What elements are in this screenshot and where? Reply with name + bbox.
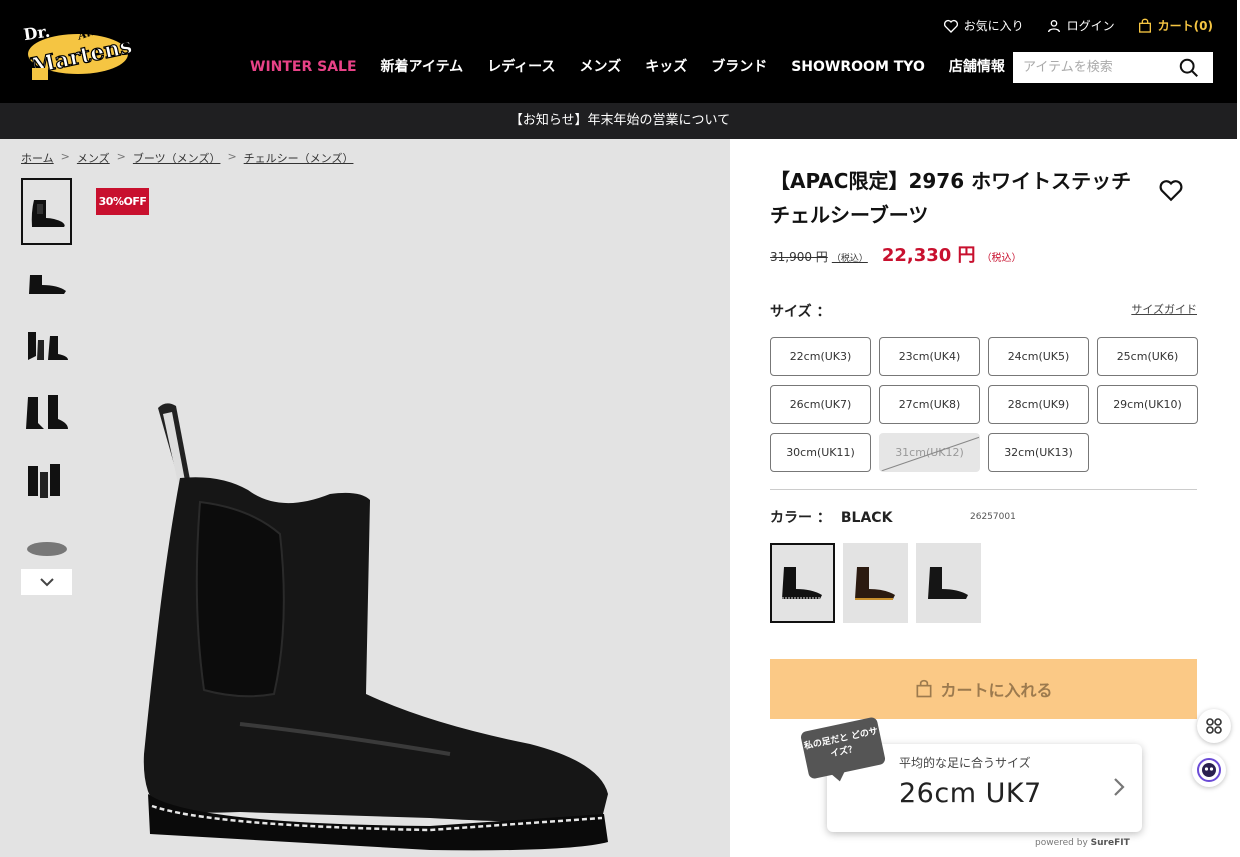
thumbnail-list — [21, 178, 72, 595]
nav-item-stores[interactable]: 店舗情報 — [949, 57, 1005, 77]
login-label: ログイン — [1066, 19, 1115, 33]
thumbnail-image[interactable] — [21, 245, 72, 312]
boot-side-thumbnail — [28, 274, 66, 294]
chevron-right-icon — [1114, 778, 1125, 796]
size-option[interactable]: 28cm(UK9) — [988, 385, 1089, 424]
color-label-text: カラー ： — [770, 510, 831, 526]
breadcrumb-chelsea-mens[interactable]: チェルシー（メンズ） — [244, 150, 354, 166]
nav-item-kids[interactable]: キッズ — [645, 57, 687, 77]
thumbnail-image[interactable] — [21, 379, 72, 446]
surefit-powered-by: powered by SureFIT — [1035, 838, 1130, 848]
powered-by-text: powered by — [1035, 838, 1088, 848]
thumbnail-image[interactable] — [21, 312, 72, 379]
breadcrumb-boots-mens[interactable]: ブーツ（メンズ） — [133, 150, 221, 166]
add-to-cart-button[interactable]: カートに入れる — [770, 659, 1197, 719]
size-guide-link[interactable]: サイズガイド — [1131, 301, 1197, 317]
divider — [770, 489, 1197, 490]
color-swatch-black-yellow-stitch[interactable] — [843, 543, 908, 623]
color-swatches — [770, 543, 981, 623]
surefit-brand: SureFIT — [1090, 838, 1130, 848]
surefit-caption: 平均的な足に合うサイズ — [899, 756, 1031, 770]
breadcrumb-separator: > — [60, 150, 70, 163]
size-selector: 22cm(UK3) 23cm(UK4) 24cm(UK5) 25cm(UK6) … — [770, 337, 1198, 472]
sale-price: 22,330 円 — [881, 245, 976, 266]
nav-item-brand[interactable]: ブランド — [711, 57, 767, 77]
search-icon[interactable] — [1178, 57, 1200, 79]
original-price: 31,900 円 — [770, 250, 828, 264]
breadcrumb: ホーム > メンズ > ブーツ（メンズ） > チェルシー（メンズ） — [21, 150, 353, 166]
heart-icon — [943, 19, 958, 33]
cart-link[interactable]: カート(0) — [1137, 17, 1213, 34]
size-option[interactable]: 22cm(UK3) — [770, 337, 871, 376]
size-option[interactable]: 24cm(UK5) — [988, 337, 1089, 376]
size-option[interactable]: 27cm(UK8) — [879, 385, 980, 424]
nav-item-ladies[interactable]: レディース — [487, 57, 555, 77]
breadcrumb-separator: > — [116, 150, 126, 163]
color-value: BLACK — [840, 510, 893, 526]
boot-front-thumbnail — [25, 394, 68, 429]
thumbnail-image[interactable] — [21, 513, 72, 565]
price-block: 31,900 円 （税込） 22,330 円 （税込） — [770, 241, 1022, 267]
cart-label: カート(0) — [1157, 19, 1213, 33]
product-title: 【APAC限定】2976 ホワイトステッチ チェルシーブーツ — [770, 169, 1132, 227]
boot-pair-thumbnail — [27, 331, 68, 360]
boot-swatch-image — [854, 567, 895, 600]
dr-martens-logo[interactable]: Dr. Martens AirWair — [20, 16, 136, 84]
nav-item-showroom[interactable]: SHOWROOM TYO — [791, 57, 925, 77]
heart-icon[interactable] — [1158, 177, 1184, 203]
size-option[interactable]: 26cm(UK7) — [770, 385, 871, 424]
size-label: サイズ ： — [770, 304, 831, 320]
sale-price-tax-note: （税込） — [981, 253, 1022, 264]
size-option[interactable]: 29cm(UK10) — [1097, 385, 1198, 424]
nav-item-new-arrivals[interactable]: 新着アイテム — [381, 57, 464, 77]
color-swatch-black-white-stitch[interactable] — [770, 543, 835, 623]
breadcrumb-mens[interactable]: メンズ — [77, 150, 110, 166]
favorites-label: お気に入り — [963, 19, 1024, 33]
search-box — [1013, 52, 1213, 83]
login-link[interactable]: ログイン — [1046, 17, 1115, 34]
breadcrumb-home[interactable]: ホーム — [21, 150, 54, 166]
thumbnail-image[interactable] — [21, 178, 72, 245]
chat-assistant-button[interactable] — [1192, 753, 1226, 787]
product-gallery: ホーム > メンズ > ブーツ（メンズ） > チェルシー（メンズ） 30%OFF — [0, 139, 730, 857]
chevron-down-icon — [39, 578, 54, 587]
product-main-image[interactable] — [130, 394, 620, 854]
surefit-recommended-size: 26cm UK7 — [899, 778, 1042, 809]
size-option[interactable]: 23cm(UK4) — [879, 337, 980, 376]
boot-swatch-image — [781, 567, 822, 599]
product-sku: 26257001 — [970, 512, 1016, 522]
announcement-bar[interactable]: 【お知らせ】年末年始の営業について — [0, 103, 1240, 139]
nav-item-winter-sale[interactable]: WINTER SALE — [250, 57, 357, 77]
svg-text:Dr.: Dr. — [22, 22, 51, 44]
boot-thumbnail — [31, 199, 65, 227]
size-option[interactable]: 30cm(UK11) — [770, 433, 871, 472]
search-input[interactable] — [1013, 52, 1178, 83]
site-header: Dr. Martens AirWair お気に入り ログイン カート(0) WI… — [0, 0, 1240, 103]
color-swatch-black-smooth[interactable] — [916, 543, 981, 623]
discount-badge: 30%OFF — [96, 188, 149, 215]
user-icon — [1047, 19, 1060, 32]
color-label: カラー ： BLACK — [770, 507, 892, 527]
boot-back-thumbnail — [27, 463, 60, 498]
add-to-cart-label: カートに入れる — [940, 681, 1053, 700]
shopping-bag-icon — [916, 679, 932, 698]
original-price-tax-note: （税込） — [831, 254, 868, 264]
breadcrumb-separator: > — [227, 150, 237, 163]
grid-menu-button[interactable] — [1197, 709, 1231, 743]
chatbot-icon — [1197, 758, 1221, 782]
boot-sole-thumbnail — [26, 542, 67, 556]
nav-item-mens[interactable]: メンズ — [579, 57, 621, 77]
thumbnail-image[interactable] — [21, 446, 72, 513]
size-option-sold-out: 31cm(UK12) — [879, 433, 980, 472]
favorites-link[interactable]: お気に入り — [943, 17, 1024, 34]
grid-icon — [1206, 718, 1222, 734]
size-option[interactable]: 25cm(UK6) — [1097, 337, 1198, 376]
thumbnail-scroll-down[interactable] — [21, 569, 72, 595]
main-nav: WINTER SALE 新着アイテム レディース メンズ キッズ ブランド SH… — [250, 57, 1029, 77]
shopping-bag-icon — [1138, 18, 1151, 33]
size-option[interactable]: 32cm(UK13) — [988, 433, 1089, 472]
boot-swatch-image — [927, 567, 968, 599]
